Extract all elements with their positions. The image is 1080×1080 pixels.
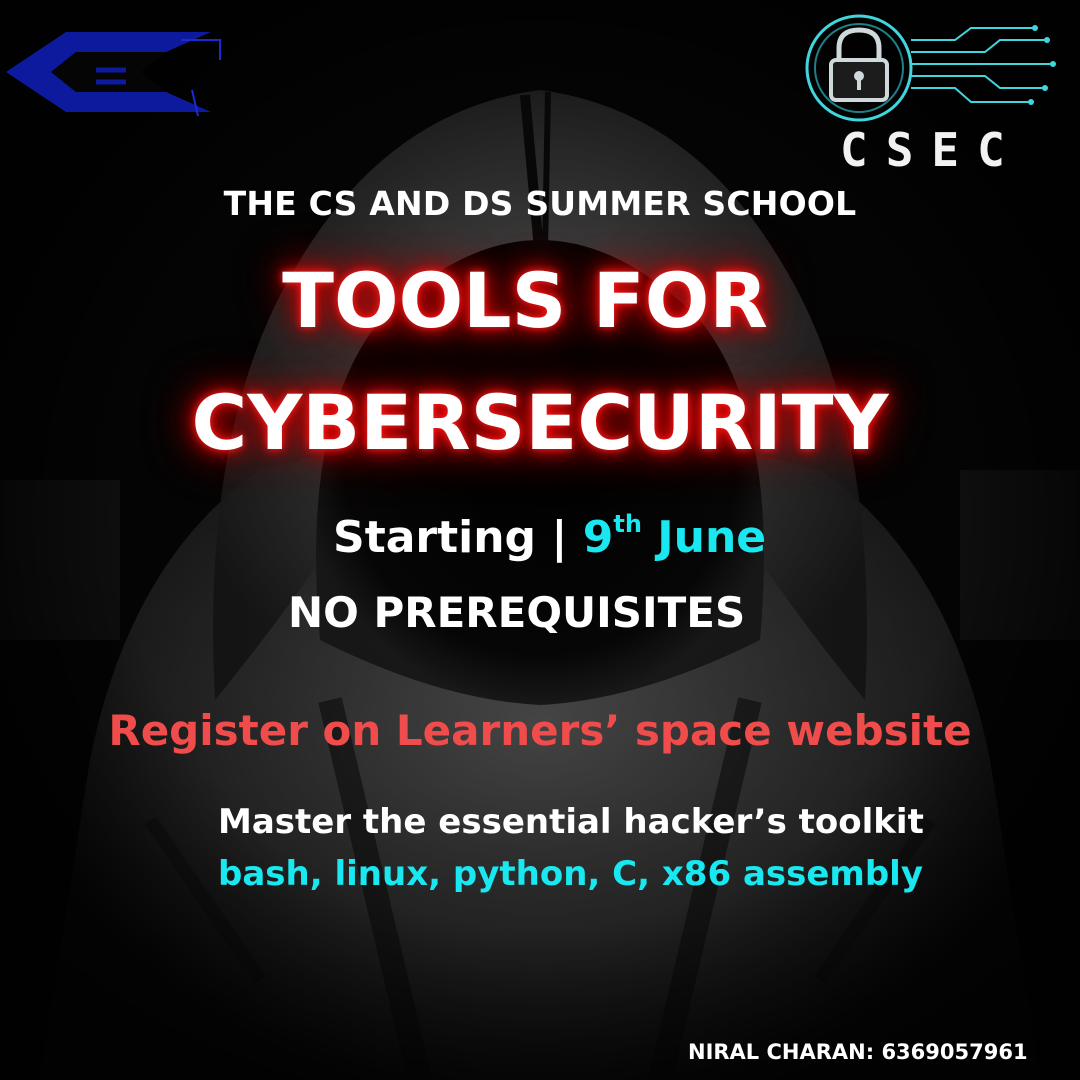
- contact-info: NIRAL CHARAN: 6369057961: [688, 1040, 1028, 1064]
- event-title-line2: CYBERSECURITY: [191, 378, 889, 467]
- start-day: 9: [582, 512, 614, 563]
- start-month: June: [641, 512, 767, 563]
- career-cell-logo: [6, 32, 221, 117]
- starting-label: Starting |: [333, 512, 583, 563]
- csec-logo-text: CSEC: [840, 123, 1023, 177]
- toolkit-heading: Master the essential hacker’s toolkit: [218, 802, 924, 842]
- event-title-line1: TOOLS FOR: [282, 256, 768, 345]
- prerequisites-note: NO PREREQUISITES: [288, 588, 746, 637]
- register-callout: Register on Learners’ space website: [108, 706, 972, 755]
- start-date: Starting | 9th June: [333, 512, 766, 563]
- event-subtitle: THE CS AND DS SUMMER SCHOOL: [223, 184, 857, 223]
- event-poster: CSEC THE CS AND DS SUMMER SCHOOL TOOLS F…: [0, 0, 1080, 1080]
- toolkit-list: bash, linux, python, C, x86 assembly: [218, 854, 924, 894]
- start-day-suffix: th: [613, 510, 642, 538]
- padlock-circuit-icon: [805, 14, 1056, 122]
